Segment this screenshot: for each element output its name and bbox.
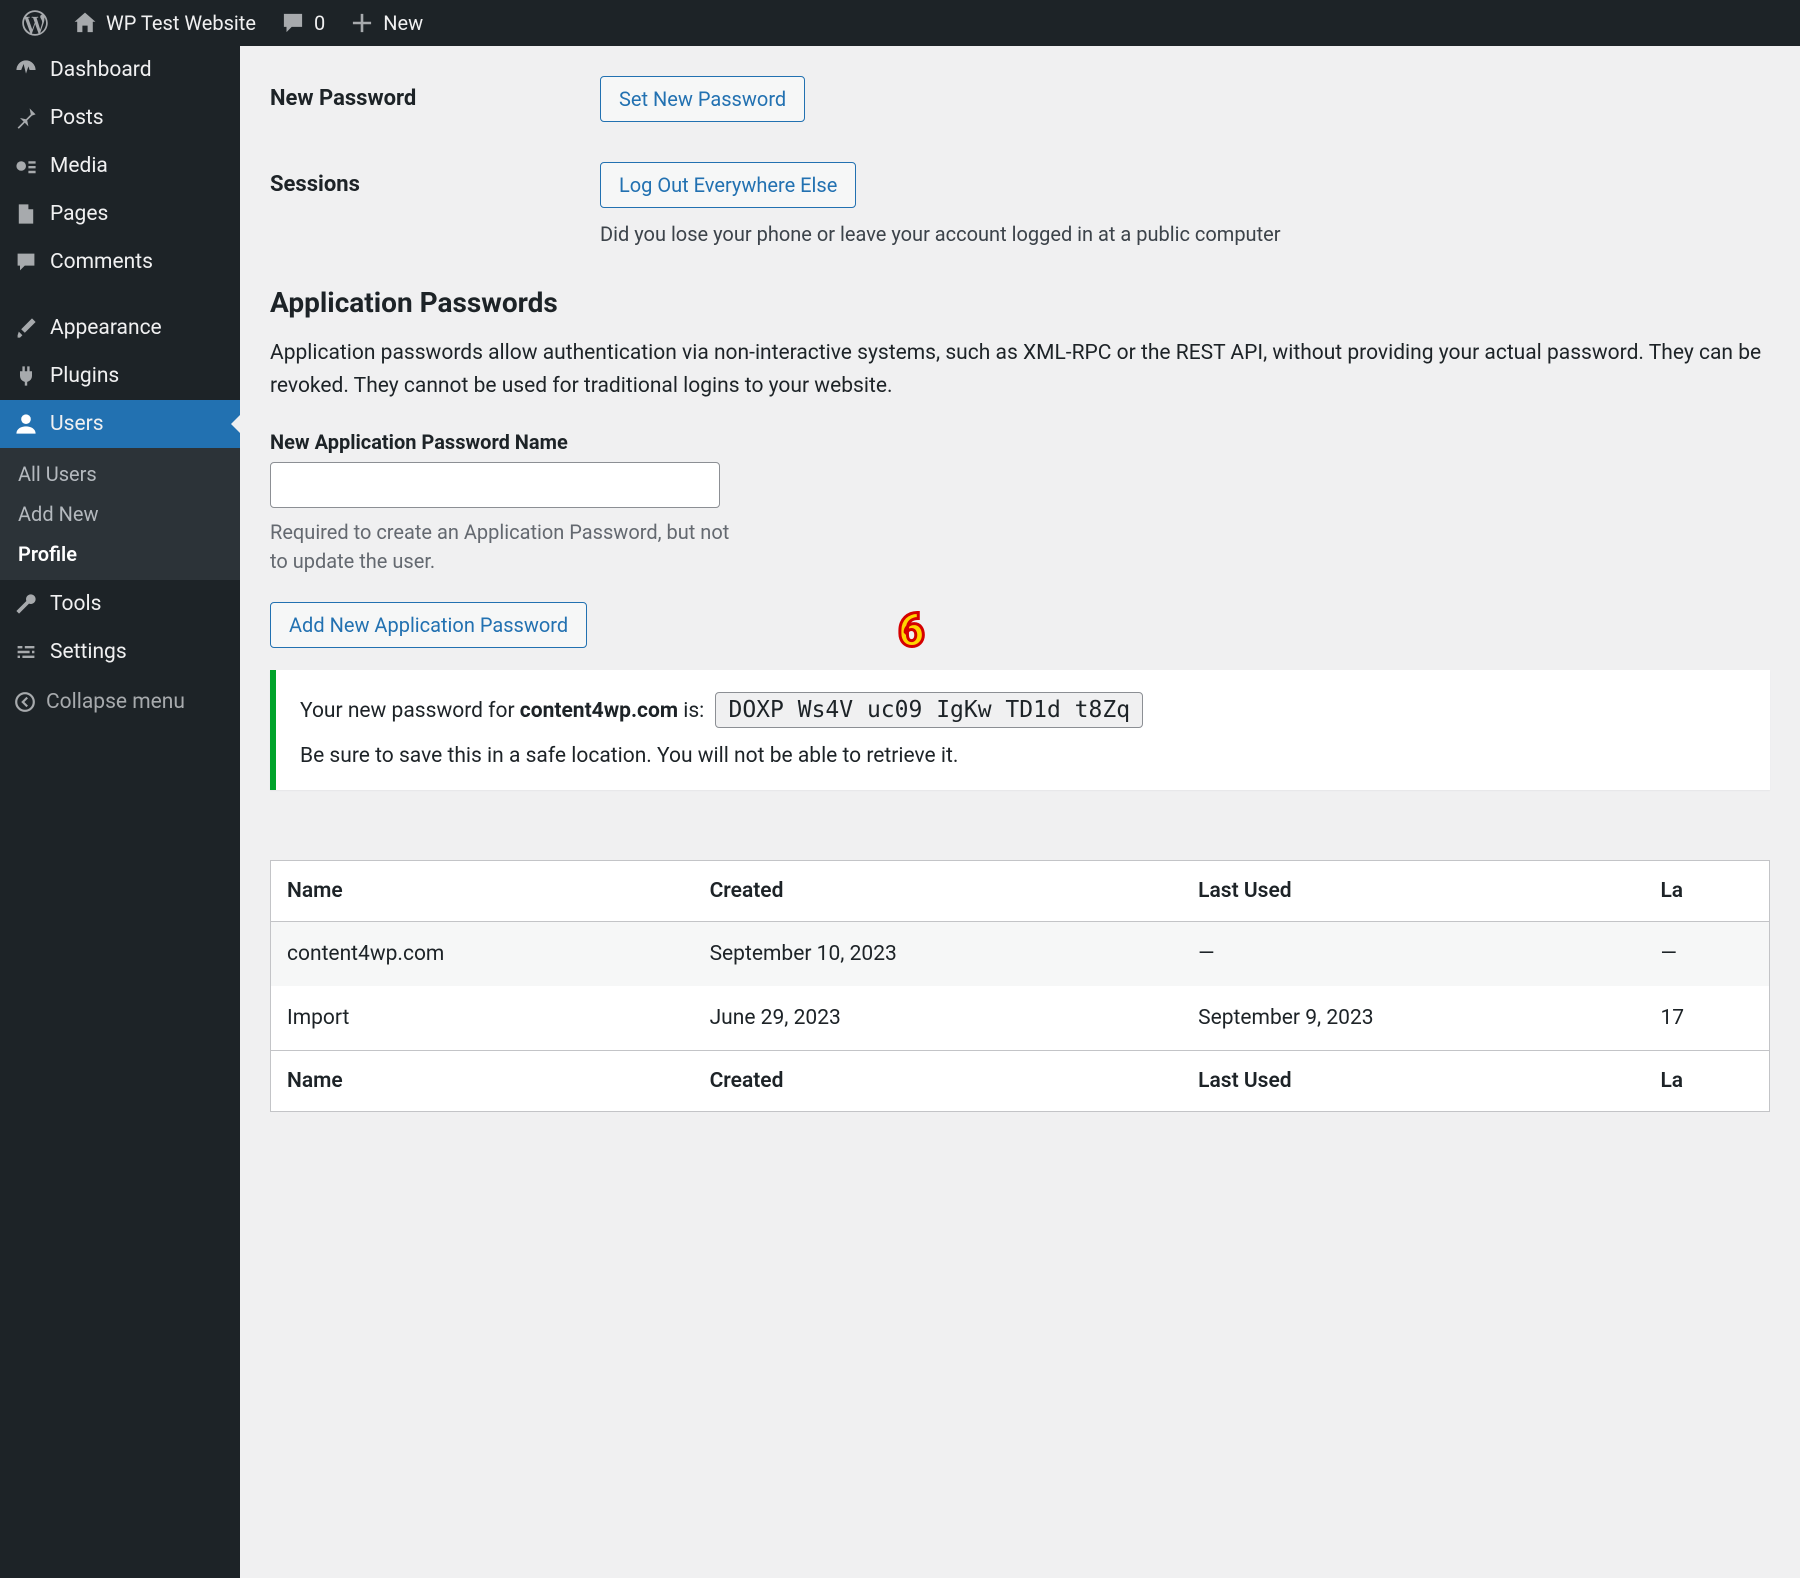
media-icon [14,154,38,178]
site-name: WP Test Website [106,11,256,35]
dashboard-icon [14,58,38,82]
comment-icon [14,250,38,274]
table-footer-row: Name Created Last Used La [271,1051,1770,1112]
col-last-used[interactable]: Last Used [1182,1051,1644,1112]
sidebar-item-label: Media [50,154,108,178]
sessions-description: Did you lose your phone or leave your ac… [600,222,1770,246]
admin-bar: WP Test Website 0 New [0,0,1800,46]
collapse-icon [14,691,36,713]
col-last-used[interactable]: Last Used [1182,861,1644,922]
cell-last-used: September 9, 2023 [1182,986,1644,1051]
home-icon [72,10,98,36]
user-icon [14,412,38,436]
plus-icon [349,10,375,36]
app-passwords-table: Name Created Last Used La content4wp.com… [270,860,1770,1112]
sidebar-item-label: Appearance [50,316,162,340]
submenu-add-new[interactable]: Add New [0,494,240,534]
row-new-password: New Password Set New Password [270,76,1770,122]
plug-icon [14,364,38,388]
sidebar-item-pages[interactable]: Pages [0,190,240,238]
main-content: New Password Set New Password Sessions L… [240,46,1800,1578]
sidebar-item-comments[interactable]: Comments [0,238,240,286]
new-app-password-form: New Application Password Name Required t… [270,430,1770,648]
submenu-profile[interactable]: Profile [0,534,240,574]
wrench-icon [14,592,38,616]
new-password-notice: Your new password for content4wp.com is:… [270,670,1770,790]
cell-created: September 10, 2023 [694,922,1183,987]
brush-icon [14,316,38,340]
sidebar-item-tools[interactable]: Tools [0,580,240,628]
col-created[interactable]: Created [694,1051,1183,1112]
sidebar-item-label: Tools [50,592,101,616]
cell-created: June 29, 2023 [694,986,1183,1051]
label-sessions: Sessions [270,162,600,197]
page-icon [14,202,38,226]
table-header-row: Name Created Last Used La [271,861,1770,922]
submenu-all-users[interactable]: All Users [0,454,240,494]
col-name[interactable]: Name [271,861,694,922]
site-link[interactable]: WP Test Website [60,0,268,46]
sidebar-item-label: Users [50,412,104,436]
generated-password[interactable]: DOXP Ws4V uc09 IgKw TD1d t8Zq [715,692,1143,728]
application-passwords-heading: Application Passwords [270,286,1770,319]
comments-count: 0 [314,11,325,35]
col-created[interactable]: Created [694,861,1183,922]
sidebar-item-settings[interactable]: Settings [0,628,240,676]
new-app-password-input[interactable] [270,462,720,508]
comment-icon [280,10,306,36]
notice-target: content4wp.com [520,699,678,723]
sidebar-item-users[interactable]: Users [0,400,240,448]
notice-prefix: Your new password for [300,699,520,723]
row-sessions: Sessions Log Out Everywhere Else Did you… [270,162,1770,246]
wordpress-icon [22,10,48,36]
comments-link[interactable]: 0 [268,0,337,46]
sidebar-item-label: Comments [50,250,153,274]
sidebar-submenu-users: All Users Add New Profile [0,448,240,580]
col-last[interactable]: La [1644,1051,1769,1112]
sidebar-item-dashboard[interactable]: Dashboard [0,46,240,94]
sidebar-item-label: Pages [50,202,108,226]
new-content[interactable]: New [337,0,435,46]
cell-last-used: — [1182,922,1644,987]
wp-logo[interactable] [10,0,60,46]
new-label: New [383,11,423,35]
add-app-password-button[interactable]: Add New Application Password [270,602,587,648]
col-name[interactable]: Name [271,1051,694,1112]
notice-suffix: is: [678,699,709,723]
logout-everywhere-button[interactable]: Log Out Everywhere Else [600,162,856,208]
cell-last: 17 [1644,986,1769,1051]
notice-warning: Be sure to save this in a safe location.… [300,744,1746,768]
sidebar-item-label: Dashboard [50,58,152,82]
collapse-menu[interactable]: Collapse menu [0,676,240,728]
admin-sidebar: Dashboard Posts Media Pages Comments App… [0,46,240,1578]
sidebar-item-media[interactable]: Media [0,142,240,190]
cell-name: Import [271,986,694,1051]
collapse-label: Collapse menu [46,690,185,714]
new-app-password-label: New Application Password Name [270,430,1770,454]
sliders-icon [14,640,38,664]
table-row[interactable]: content4wp.com September 10, 2023 — — [271,922,1770,987]
col-last[interactable]: La [1644,861,1769,922]
pin-icon [14,106,38,130]
sidebar-item-label: Plugins [50,364,119,388]
sidebar-item-plugins[interactable]: Plugins [0,352,240,400]
cell-name: content4wp.com [271,922,694,987]
sidebar-item-label: Settings [50,640,127,664]
sidebar-item-appearance[interactable]: Appearance [0,304,240,352]
sidebar-item-label: Posts [50,106,104,130]
sidebar-item-posts[interactable]: Posts [0,94,240,142]
cell-last: — [1644,922,1769,987]
table-row[interactable]: Import June 29, 2023 September 9, 2023 1… [271,986,1770,1051]
new-app-password-hint: Required to create an Application Passwo… [270,518,730,576]
application-passwords-description: Application passwords allow authenticati… [270,337,1770,402]
label-new-password: New Password [270,76,600,111]
set-new-password-button[interactable]: Set New Password [600,76,805,122]
